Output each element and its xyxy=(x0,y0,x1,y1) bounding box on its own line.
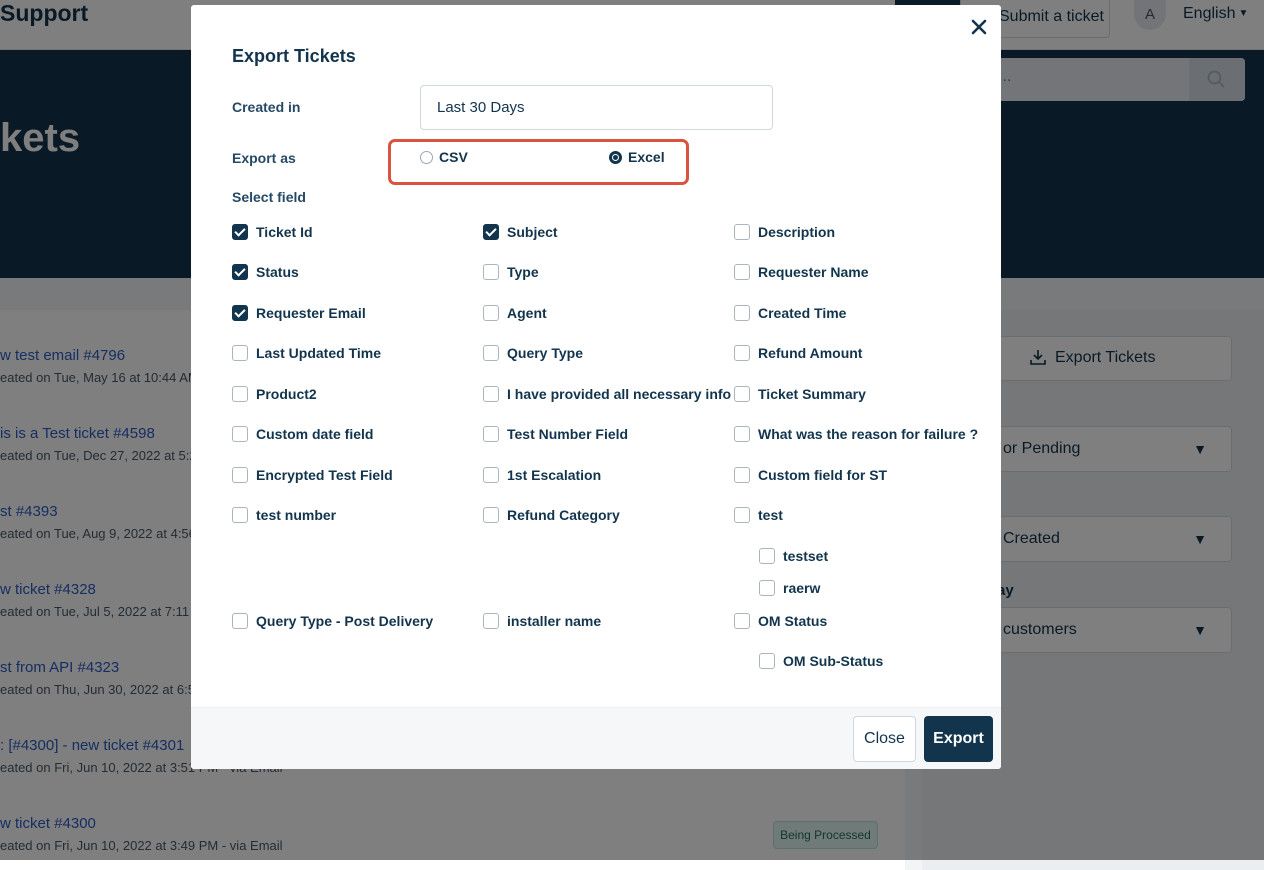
checkbox-checked[interactable] xyxy=(483,224,499,240)
checkbox[interactable] xyxy=(232,345,248,361)
field-label: raerw xyxy=(783,580,821,596)
field-label: Custom field for ST xyxy=(758,467,888,483)
checkbox[interactable] xyxy=(483,507,499,523)
radio-button[interactable] xyxy=(420,151,433,164)
field-label: Last Updated Time xyxy=(256,345,381,361)
checkbox[interactable] xyxy=(759,653,775,669)
export-as-label: Export as xyxy=(232,150,296,166)
checkbox[interactable] xyxy=(483,426,499,442)
field-label: installer name xyxy=(507,613,602,629)
checkbox[interactable] xyxy=(483,613,499,629)
field-label: Test Number Field xyxy=(507,426,629,442)
field-label: What was the reason for failure ? xyxy=(758,426,979,442)
checkbox[interactable] xyxy=(734,386,750,402)
dialog-title: Export Tickets xyxy=(232,46,356,66)
field-label: Query Type - Post Delivery xyxy=(256,613,434,629)
field-label: Product2 xyxy=(256,386,317,402)
close-icon[interactable] xyxy=(967,15,991,39)
field-label: Created Time xyxy=(758,305,847,321)
csv-label: CSV xyxy=(439,149,468,165)
field-label: OM Status xyxy=(758,613,828,629)
field-label: test xyxy=(758,507,783,523)
field-label: Status xyxy=(256,264,299,280)
excel-label: Excel xyxy=(628,149,665,165)
export-button[interactable]: Export xyxy=(924,716,993,762)
field-label: Agent xyxy=(507,305,547,321)
created-in-select[interactable]: Last 30 Days xyxy=(420,85,773,130)
checkbox[interactable] xyxy=(483,345,499,361)
checkbox-checked[interactable] xyxy=(232,224,248,240)
checkbox[interactable] xyxy=(232,613,248,629)
field-label: Encrypted Test Field xyxy=(256,467,393,483)
field-label: Custom date field xyxy=(256,426,374,442)
radio-button-selected[interactable] xyxy=(609,151,622,164)
field-label: Subject xyxy=(507,224,558,240)
field-label: Type xyxy=(507,264,539,280)
checkbox[interactable] xyxy=(734,613,750,629)
checkbox[interactable] xyxy=(483,264,499,280)
checkbox-checked[interactable] xyxy=(232,264,248,280)
export-tickets-dialog: Export Tickets Created in Last 30 Days E… xyxy=(191,5,1001,769)
checkbox[interactable] xyxy=(734,345,750,361)
field-label: Description xyxy=(758,224,836,240)
created-in-label: Created in xyxy=(232,99,301,115)
checkbox[interactable] xyxy=(483,305,499,321)
field-label: Ticket Summary xyxy=(758,386,866,402)
checkbox[interactable] xyxy=(232,467,248,483)
checkbox[interactable] xyxy=(759,548,775,564)
checkbox[interactable] xyxy=(483,467,499,483)
field-label: testset xyxy=(783,548,829,564)
checkbox[interactable] xyxy=(734,467,750,483)
checkbox[interactable] xyxy=(232,386,248,402)
checkbox[interactable] xyxy=(734,507,750,523)
field-label: I have provided all necessary info xyxy=(507,386,732,402)
checkbox[interactable] xyxy=(734,426,750,442)
field-label: Requester Name xyxy=(758,264,869,280)
checkbox[interactable] xyxy=(734,224,750,240)
field-label: test number xyxy=(256,507,337,523)
field-label: Query Type xyxy=(507,345,583,361)
dialog-footer: Close Export xyxy=(191,707,1001,769)
checkbox[interactable] xyxy=(759,580,775,596)
checkbox[interactable] xyxy=(232,426,248,442)
select-field-label: Select field xyxy=(232,189,306,205)
close-button[interactable]: Close xyxy=(853,716,916,762)
checkbox-checked[interactable] xyxy=(232,305,248,321)
field-label: Refund Amount xyxy=(758,345,863,361)
checkbox[interactable] xyxy=(734,264,750,280)
field-label: Refund Category xyxy=(507,507,620,523)
field-label: OM Sub-Status xyxy=(783,653,884,669)
field-label: 1st Escalation xyxy=(507,467,602,483)
checkbox[interactable] xyxy=(483,386,499,402)
field-label: Ticket Id xyxy=(256,224,313,240)
checkbox[interactable] xyxy=(232,507,248,523)
field-label: Requester Email xyxy=(256,305,366,321)
checkbox[interactable] xyxy=(734,305,750,321)
